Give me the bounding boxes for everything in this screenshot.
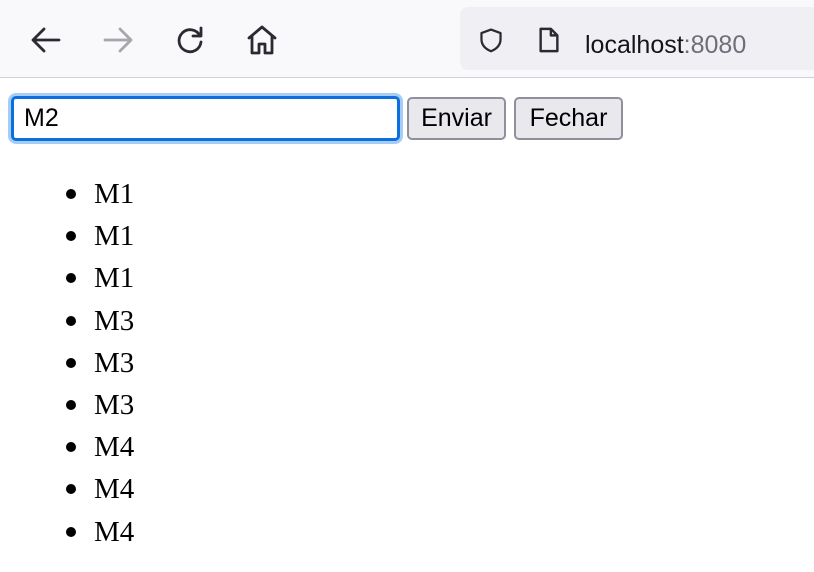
list-item: M1 [0, 215, 134, 257]
list-item: M1 [0, 257, 134, 299]
message-text: M1 [94, 178, 135, 210]
list-item: M1 [0, 173, 134, 215]
home-icon [247, 25, 277, 55]
message-list: M1 M1 M1 M3 M3 M3 M4 M4 M4 [0, 173, 134, 553]
message-text: M3 [94, 346, 135, 379]
list-item: M4 [0, 468, 134, 510]
list-item: M3 [0, 300, 134, 342]
list-item: M3 [0, 384, 134, 426]
message-text: M4 [94, 515, 135, 548]
message-text: M1 [94, 262, 135, 295]
bullet-icon [66, 442, 76, 453]
page-icon [539, 27, 559, 53]
reload-button[interactable] [168, 18, 212, 62]
address-bar[interactable]: localhost:8080 [460, 7, 814, 70]
page-content: Enviar Fechar M1 M1 M1 M3 M3 M3 M4 M4 M4 [0, 79, 814, 572]
bullet-icon [66, 399, 76, 410]
message-input[interactable] [11, 96, 400, 141]
send-button[interactable]: Enviar [407, 97, 506, 140]
bullet-icon [66, 231, 76, 242]
url-host: localhost [585, 31, 684, 59]
bullet-icon [66, 315, 76, 326]
bullet-icon [66, 484, 76, 495]
arrow-right-icon [103, 27, 133, 53]
close-button[interactable]: Fechar [514, 97, 623, 140]
url-text[interactable]: localhost:8080 [585, 30, 746, 60]
home-button[interactable] [240, 18, 284, 62]
browser-toolbar: localhost:8080 [0, 0, 814, 78]
forward-button[interactable] [96, 18, 140, 62]
message-text: M4 [94, 431, 135, 464]
shield-icon[interactable] [478, 27, 504, 53]
message-text: M4 [94, 473, 135, 506]
bullet-icon [66, 189, 76, 199]
list-item: M3 [0, 342, 134, 384]
list-item: M4 [0, 426, 134, 468]
bullet-icon [66, 526, 76, 537]
message-text: M3 [94, 304, 135, 337]
url-port: :8080 [683, 31, 747, 59]
back-button[interactable] [24, 18, 68, 62]
bullet-icon [66, 273, 76, 284]
arrow-left-icon [31, 27, 61, 53]
message-text: M3 [94, 388, 135, 421]
list-item: M4 [0, 511, 134, 553]
bullet-icon [66, 357, 76, 368]
message-text: M1 [94, 220, 135, 253]
reload-icon [177, 26, 203, 54]
